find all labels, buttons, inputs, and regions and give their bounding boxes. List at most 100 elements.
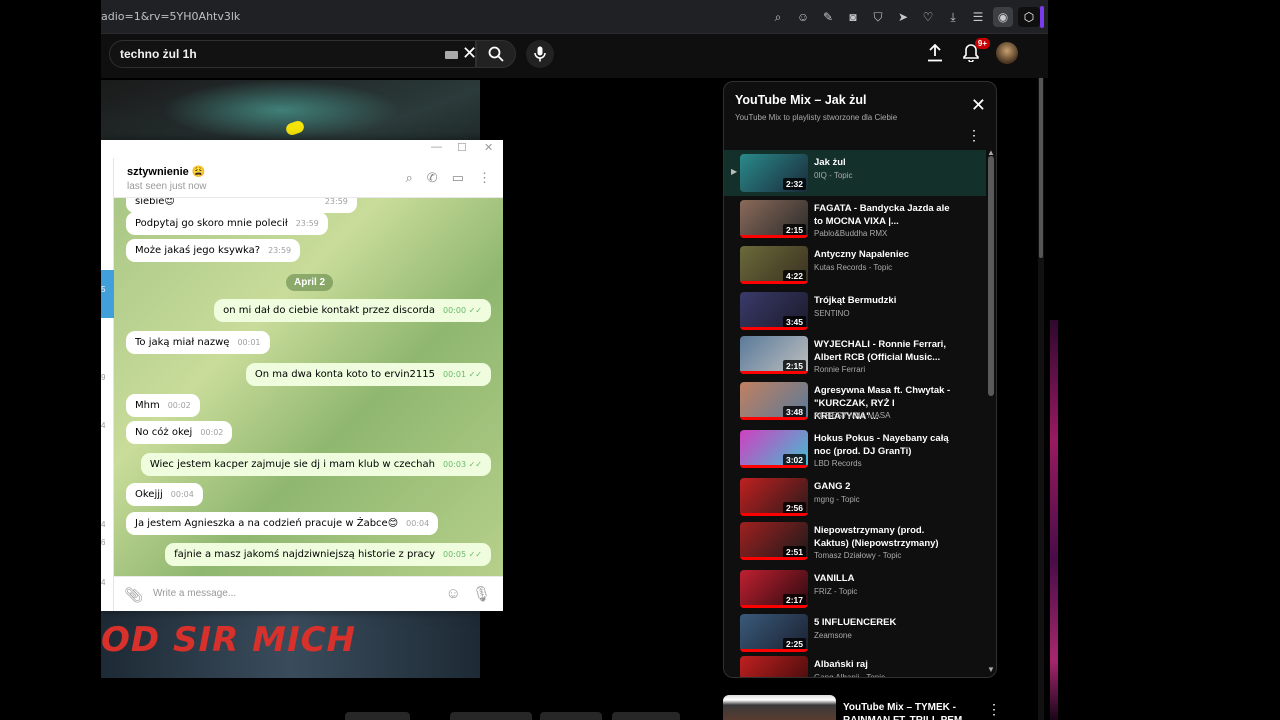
sidebar-toggle-icon[interactable]: ▭ [452, 170, 464, 186]
clear-search-icon[interactable]: ✕ [462, 43, 477, 64]
save-button[interactable] [540, 712, 602, 720]
heart-icon[interactable]: ♡ [918, 7, 938, 27]
outgoing-message[interactable]: on mi dał do ciebie kontakt przez discor… [214, 299, 491, 322]
search-button[interactable] [476, 40, 516, 68]
message-area[interactable]: siebie😊 23:59 April 2 Podpytaj go skoro m… [114, 198, 503, 576]
playlist-item[interactable]: 2:15 FAGATA - Bandycka Jazda ale to MOCNA… [724, 196, 986, 242]
video-thumbnail[interactable]: 2:15 [740, 200, 808, 238]
playlist-more-icon[interactable]: ⋮ [967, 127, 981, 144]
video-thumbnail[interactable]: 3:02 [740, 430, 808, 468]
video-thumbnail[interactable]: 2:51 [740, 522, 808, 560]
incoming-message[interactable]: Ja jestem Agnieszka a na codzień pracuje… [126, 512, 439, 535]
minimize-button[interactable]: — [431, 141, 442, 153]
close-window-button[interactable]: ✕ [484, 141, 493, 154]
video-thumbnail[interactable]: 3:45 [740, 292, 808, 330]
video-title[interactable]: FAGATA - Bandycka Jazda ale to MOCNA VIX… [814, 202, 954, 228]
message-text: No cóż okej [135, 427, 193, 438]
chat-list-collapsed[interactable]: 5 9 4 4 4 6 [101, 158, 114, 611]
video-title[interactable]: Albański raj [814, 658, 954, 671]
playlist-item[interactable]: 2:25 5 INFLUENCEREK Zeamsone [724, 610, 986, 656]
video-title[interactable]: WYJECHALI - Ronnie Ferrari, Albert RCB (… [814, 338, 954, 364]
message-input[interactable]: Write a message... [153, 588, 236, 599]
contact-name[interactable]: sztywnienie 😩 [127, 165, 206, 178]
watch-progress-bar [740, 557, 808, 560]
notifications-button[interactable]: 9+ [960, 38, 990, 64]
outgoing-message[interactable]: fajnie a masz jakomś najdziwniejszą hist… [165, 543, 491, 566]
playlist-scrollbar[interactable] [988, 156, 994, 396]
playlist-item[interactable]: 3:48 Agresywna Masa ft. Chwytak - "KURCZA… [724, 378, 986, 424]
keyboard-icon[interactable] [445, 51, 458, 59]
microphone-icon[interactable]: 🎙︎ [472, 585, 491, 603]
video-title[interactable]: Niepowstrzymany (prod. Kaktus) (Niepowst… [814, 524, 954, 550]
video-thumbnail[interactable]: 2:15 [740, 336, 808, 374]
playlist-item[interactable]: 2:56 GANG 2 mgng - Topic [724, 474, 986, 520]
video-thumbnail[interactable]: 3:48 [740, 382, 808, 420]
incoming-message[interactable]: To jaką miał nazwę 00:01 [126, 331, 270, 354]
emoji-icon[interactable]: ☺ [793, 7, 813, 27]
playlist-item[interactable]: 3:02 Hokus Pokus - Nayebany całą noc (pro… [724, 426, 986, 472]
video-title[interactable]: Antyczny Napaleniec [814, 248, 954, 261]
video-title[interactable]: Jak żul [814, 156, 954, 169]
like-button[interactable] [345, 712, 410, 720]
date-separator: April 2 [286, 274, 334, 291]
share-button[interactable] [450, 712, 532, 720]
video-title[interactable]: Trójkąt Bermudzki [814, 294, 954, 307]
shield-icon[interactable]: ⛉ [868, 7, 888, 27]
playlist-item[interactable]: 4:22 Antyczny Napaleniec Kutas Records - T… [724, 242, 986, 288]
page-scrollbar[interactable] [1038, 40, 1044, 720]
video-title[interactable]: VANILLA [814, 572, 954, 585]
suggested-title[interactable]: YouTube Mix – TYMEK - RAINMAN FT. TRILL … [843, 701, 983, 720]
video-thumbnail[interactable] [740, 656, 808, 677]
incoming-message[interactable]: Może jakaś jego ksywka? 23:59 [126, 239, 301, 262]
playlist-item[interactable]: 2:51 Niepowstrzymany (prod. Kaktus) (Niep… [724, 518, 986, 564]
suggested-thumbnail[interactable] [723, 695, 836, 720]
close-playlist-icon[interactable]: ✕ [971, 96, 986, 114]
incoming-message[interactable]: Podpytaj go skoro mnie polecił 23:59 [126, 212, 328, 235]
address-bar[interactable]: adio=1&rv=5YH0Ahtv3lk [101, 10, 240, 23]
edit-icon[interactable]: ✎ [818, 7, 838, 27]
maximize-button[interactable]: ☐ [457, 141, 467, 154]
clip-button[interactable] [612, 712, 680, 720]
more-options-icon[interactable]: ⋮ [478, 170, 491, 186]
playlist-item[interactable]: Albański raj Gang Albanii - Topic [724, 652, 986, 677]
playlist-item[interactable]: 2:15 WYJECHALI - Ronnie Ferrari, Albert R… [724, 332, 986, 378]
extension-icon[interactable]: ⬡ [1018, 7, 1040, 27]
video-thumbnail[interactable]: 2:56 [740, 478, 808, 516]
video-title[interactable]: GANG 2 [814, 480, 954, 493]
phone-icon[interactable]: ✆ [427, 170, 438, 186]
video-title[interactable]: Hokus Pokus - Nayebany całą noc (prod. D… [814, 432, 954, 458]
video-thumbnail[interactable]: 4:22 [740, 246, 808, 284]
attach-icon[interactable]: 📎︎ [124, 586, 143, 604]
download-icon[interactable]: ⤓ [943, 7, 963, 27]
voice-search-button[interactable] [526, 40, 554, 68]
upload-button[interactable] [924, 42, 946, 64]
emoji-icon[interactable]: ☺ [446, 585, 461, 602]
account-avatar[interactable] [996, 42, 1018, 64]
search-input[interactable]: techno żul 1h ✕ [109, 40, 477, 68]
suggested-video[interactable]: YouTube Mix – TYMEK - RAINMAN FT. TRILL … [723, 695, 1003, 720]
playlist-item[interactable]: 3:45 Trójkąt Bermudzki SENTINO [724, 288, 986, 334]
outgoing-message[interactable]: On ma dwa konta koto to ervin2115 00:01 ✓… [245, 363, 491, 386]
send-icon[interactable]: ➤ [893, 7, 913, 27]
suggested-more-icon[interactable]: ⋮ [987, 701, 1001, 718]
incoming-message[interactable]: Okejjj 00:04 [126, 483, 203, 506]
video-title[interactable]: 5 INFLUENCEREK [814, 616, 954, 629]
page-scrollbar-thumb[interactable] [1039, 48, 1043, 258]
playlist-item[interactable]: 2:17 VANILLA FRIZ - Topic [724, 566, 986, 612]
scroll-down-icon[interactable]: ▼ [987, 665, 995, 674]
menu-icon[interactable]: ☰ [968, 7, 988, 27]
outgoing-message[interactable]: Wiec jestem kacper zajmuje sie dj i mam … [140, 453, 491, 476]
message-text: Wiec jestem kacper zajmuje sie dj i mam … [149, 459, 435, 470]
message-time: 00:02 [200, 428, 224, 437]
search-icon[interactable]: ⌕ [406, 170, 413, 186]
incoming-message[interactable]: Mhm 00:02 [126, 394, 200, 417]
camera-icon[interactable]: ◙ [843, 7, 863, 27]
incoming-message[interactable]: No cóż okej 00:02 [126, 421, 233, 444]
playlist-title[interactable]: YouTube Mix – Jak żul [735, 93, 867, 107]
playlist-item[interactable]: ▶ 2:32 Jak żul 0IQ - Topic [724, 150, 986, 196]
profile-icon[interactable]: ◉ [993, 7, 1013, 27]
video-thumbnail[interactable]: 2:17 [740, 570, 808, 608]
video-thumbnail[interactable]: 2:32 [740, 154, 808, 192]
video-thumbnail[interactable]: 2:25 [740, 614, 808, 652]
zoom-icon[interactable]: ⌕ [768, 7, 788, 27]
